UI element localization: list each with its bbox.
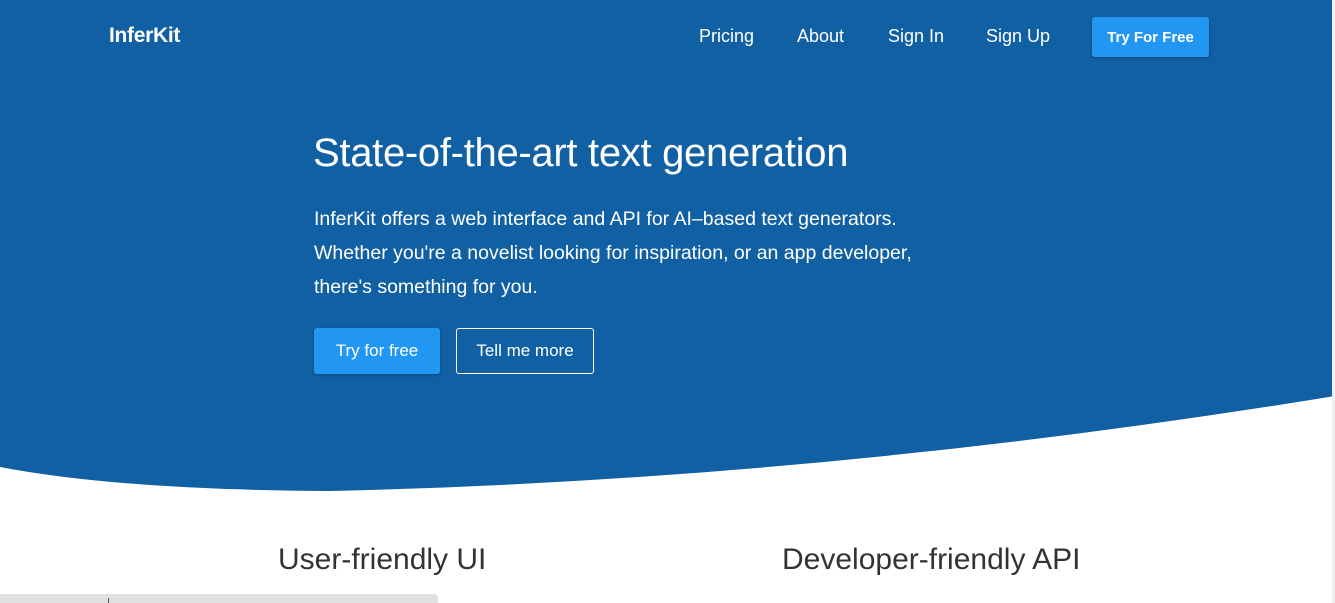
nav-link-about[interactable]: About <box>797 26 844 47</box>
hero-title: State-of-the-art text generation <box>313 131 849 175</box>
feature-heading-api: Developer-friendly API <box>782 543 1081 576</box>
nav-link-pricing[interactable]: Pricing <box>699 26 754 47</box>
hero-description-line: Whether you're a novelist looking for in… <box>314 242 912 264</box>
browser-status-bar <box>0 594 438 603</box>
try-for-free-button[interactable]: Try for free <box>314 328 440 374</box>
nav-link-sign-up[interactable]: Sign Up <box>986 26 1050 47</box>
tell-me-more-button[interactable]: Tell me more <box>456 328 594 374</box>
feature-heading-ui: User-friendly UI <box>278 543 487 576</box>
brand-logo[interactable]: InferKit <box>109 24 180 48</box>
hero-description-line: InferKit offers a web interface and API … <box>314 208 897 230</box>
hero-description: InferKit offers a web interface and API … <box>314 202 1014 304</box>
nav-link-sign-in[interactable]: Sign In <box>888 26 944 47</box>
hero-description-line: there's something for you. <box>314 276 538 298</box>
top-navbar: InferKit Pricing About Sign In Sign Up T… <box>0 0 1335 75</box>
nav-try-for-free-button[interactable]: Try For Free <box>1092 17 1209 57</box>
status-bar-marker <box>108 598 109 603</box>
